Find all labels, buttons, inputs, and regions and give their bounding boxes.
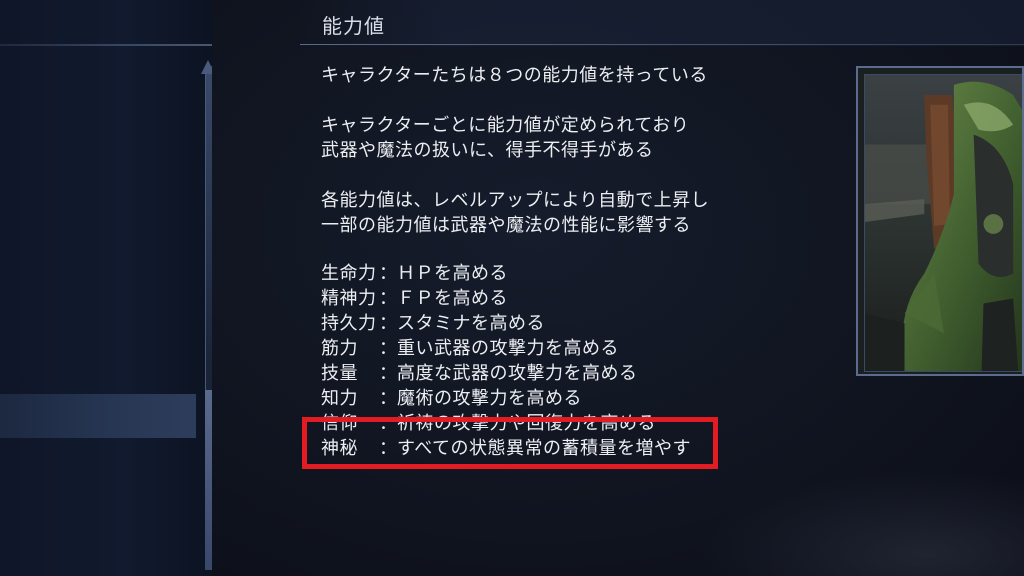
stat-name: 生命力 <box>321 263 377 284</box>
stat-description: ＨＰを高める <box>397 263 508 284</box>
intro-line-2: キャラクターごとに能力値が定められており <box>321 115 690 136</box>
stat-row-dexterity: 技量 ：高度な武器の攻撃力を高める <box>321 361 638 386</box>
left-menu-panel <box>0 0 212 576</box>
stat-colon: ： <box>379 388 398 409</box>
stat-description: スタミナを高める <box>397 313 545 334</box>
header-divider <box>300 44 1024 45</box>
page-title: 能力値 <box>322 14 385 38</box>
stat-name: 筋力 <box>321 338 358 359</box>
left-menu-selected-item[interactable] <box>0 394 196 438</box>
stat-description: 魔術の攻撃力を高める <box>397 388 582 409</box>
stat-row-intelligence: 知力 ：魔術の攻撃力を高める <box>321 386 582 411</box>
intro-line-4: 各能力値は、レベルアップにより自動で上昇し <box>321 190 710 211</box>
highlight-box <box>302 417 718 469</box>
stat-description: 高度な武器の攻撃力を高める <box>397 363 638 384</box>
left-menu-divider <box>0 44 212 46</box>
stat-name: 技量 <box>321 363 358 384</box>
preview-image <box>864 74 1022 372</box>
preview-image-frame <box>856 66 1024 376</box>
intro-line-3: 武器や魔法の扱いに、得手不得手がある <box>321 140 654 161</box>
intro-line-1: キャラクターたちは８つの能力値を持っている <box>321 65 708 86</box>
stat-row-mind: 精神力 ：ＦＰを高める <box>321 286 508 311</box>
stat-description: 重い武器の攻撃力を高める <box>397 338 619 359</box>
stat-name: 知力 <box>321 388 358 409</box>
stat-row-vigor: 生命力 ：ＨＰを高める <box>321 261 508 286</box>
intro-line-5: 一部の能力値は武器や魔法の性能に影響する <box>321 215 691 236</box>
stat-row-strength: 筋力 ：重い武器の攻撃力を高める <box>321 336 619 361</box>
background-shadow <box>700 470 1024 576</box>
stat-description: ＦＰを高める <box>397 288 508 309</box>
stat-colon: ： <box>379 263 398 284</box>
stat-colon: ： <box>379 288 398 309</box>
header-bar <box>300 0 1024 46</box>
scrollbar-thumb[interactable] <box>205 390 212 570</box>
stat-name: 精神力 <box>321 288 377 309</box>
stat-colon: ： <box>379 363 398 384</box>
stat-name: 持久力 <box>321 313 377 334</box>
stat-colon: ： <box>379 313 398 334</box>
stat-row-endurance: 持久力 ：スタミナを高める <box>321 311 545 336</box>
stat-colon: ： <box>379 338 398 359</box>
character-portrait-icon <box>865 75 1022 371</box>
